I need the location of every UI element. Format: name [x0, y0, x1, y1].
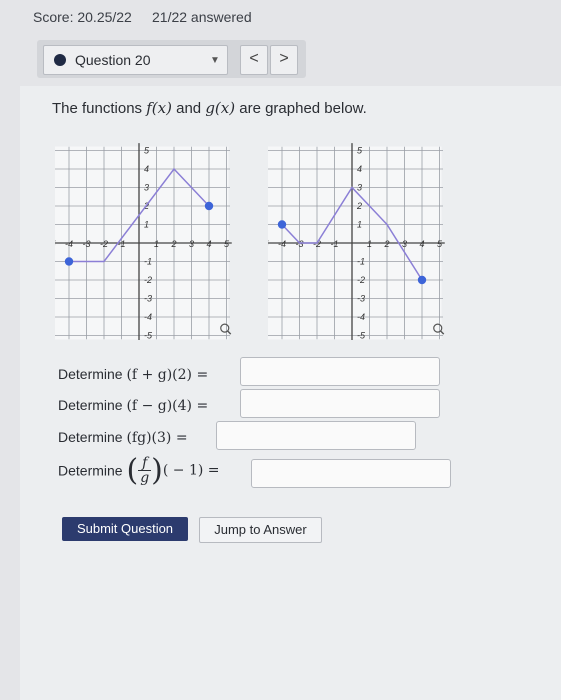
graph-f-x-tick-label: -3 [82, 239, 90, 249]
graph-f-x-tick-label: -1 [117, 239, 125, 249]
graph-g-y-tick-label: -4 [357, 312, 365, 322]
graph-g-x-tick-label: -2 [313, 239, 321, 249]
graph-f-x-tick-label: 2 [170, 239, 176, 249]
jump-to-answer-button[interactable]: Jump to Answer [199, 517, 322, 543]
graph-f-y-tick-label: 3 [144, 183, 149, 193]
q3-prefix: Determine [58, 429, 127, 445]
graph-g-x-tick-label: -1 [330, 239, 338, 249]
question-row-1: Determine (f + g)(2) = [58, 366, 208, 383]
question-prompt: The functions f(x) and g(x) are graphed … [52, 99, 367, 117]
q4-expression: ( − 1) = [162, 462, 220, 479]
graph-g-y-tick-label: -3 [357, 294, 365, 304]
prompt-text-3: are graphed below. [235, 100, 367, 117]
fraction-denominator: g [140, 470, 150, 486]
question-row-4: Determine (f g)( − 1) = [58, 453, 220, 488]
graph-f-x-tick-label: -4 [65, 239, 73, 249]
question-select[interactable]: Question 20 ▼ [43, 45, 228, 75]
graph-f-x-tick-label: -2 [100, 239, 108, 249]
next-question-button[interactable]: > [270, 45, 298, 75]
graph-g-x-tick-label: -4 [278, 239, 286, 249]
q1-expression: (f + g)(2) = [126, 367, 209, 383]
graph-g-x-tick-label: 3 [402, 239, 407, 249]
answer-input-2[interactable] [240, 389, 440, 418]
graph-f-y-tick-label: 4 [144, 164, 149, 174]
prompt-text-1: The functions [52, 100, 147, 117]
graph-g-y-tick-label: -5 [357, 331, 366, 341]
prompt-text-2: and [171, 100, 206, 117]
graph-f-x-tick-label: 5 [224, 239, 230, 249]
left-paren: ( [126, 453, 139, 488]
graph-f-x-tick-label: 3 [189, 239, 194, 249]
question-navigator: Question 20 ▼ < > [37, 40, 306, 78]
graph-f-y-tick-label: 1 [144, 220, 149, 230]
answer-input-3[interactable] [216, 421, 416, 450]
graph-f-y-tick-label: -5 [144, 331, 153, 341]
question-row-2: Determine (f − g)(4) = [58, 397, 208, 414]
graph-g-x-tick-label: 4 [419, 239, 424, 249]
score-text: Score: 20.25/22 [33, 9, 132, 25]
q4-prefix: Determine [58, 462, 127, 479]
graph-g-y-tick-label: -2 [357, 275, 365, 285]
q3-expression: (fg)(3) = [126, 430, 188, 446]
graph-f-y-tick-label: -1 [144, 257, 152, 267]
answer-input-1[interactable] [240, 357, 440, 386]
graph-g-y-tick-label: 2 [356, 201, 362, 211]
graph-f-end-point [204, 201, 214, 211]
graph-f-y-tick-label: -2 [144, 275, 152, 285]
question-row-3: Determine (fg)(3) = [58, 429, 188, 446]
graph-g: -5-4-3-2-11234554321-1-2-3-4-5 [268, 143, 445, 341]
graph-g-y-tick-label: 3 [357, 183, 362, 193]
prompt-f: f(x) [146, 99, 172, 117]
q2-expression: (f − g)(4) = [126, 398, 209, 414]
previous-question-button[interactable]: < [240, 45, 268, 75]
graph-g-start-point [277, 220, 287, 229]
right-paren: ) [151, 453, 163, 488]
graph-g-x-tick-label: 1 [367, 239, 372, 249]
graph-g-end-point [417, 275, 427, 285]
question-label: Question 20 [75, 52, 151, 68]
graph-f: -5-4-3-2-11234554321-1-2-3-4-5 [55, 143, 232, 341]
graph-g-y-tick-label: -1 [357, 257, 365, 267]
q1-prefix: Determine [58, 366, 127, 382]
graph-g-y-tick-label: 1 [357, 220, 362, 230]
fraction-f-over-g: fg [138, 456, 152, 486]
graph-g-y-tick-label: 4 [357, 164, 362, 174]
fraction-numerator: f [138, 456, 152, 471]
graph-g-x-tick-label: 5 [437, 239, 443, 249]
answered-count: 21/22 answered [152, 9, 252, 25]
status-dot-icon [54, 54, 66, 66]
graph-f-y-tick-label: -3 [144, 294, 152, 304]
graph-f-x-tick-label: 1 [154, 239, 159, 249]
q2-prefix: Determine [58, 397, 127, 413]
graph-f-x-tick-label: 4 [206, 239, 211, 249]
graph-f-start-point [64, 257, 74, 266]
graph-f-y-tick-label: -4 [144, 312, 152, 322]
answer-input-4[interactable] [251, 459, 451, 488]
prompt-g: g(x) [205, 99, 236, 117]
graph-g-x-tick-label: 2 [383, 239, 389, 249]
submit-question-button[interactable]: Submit Question [62, 517, 188, 541]
top-bar: Score: 20.25/22 21/22 answered [0, 0, 561, 34]
caret-down-icon: ▼ [210, 55, 220, 66]
